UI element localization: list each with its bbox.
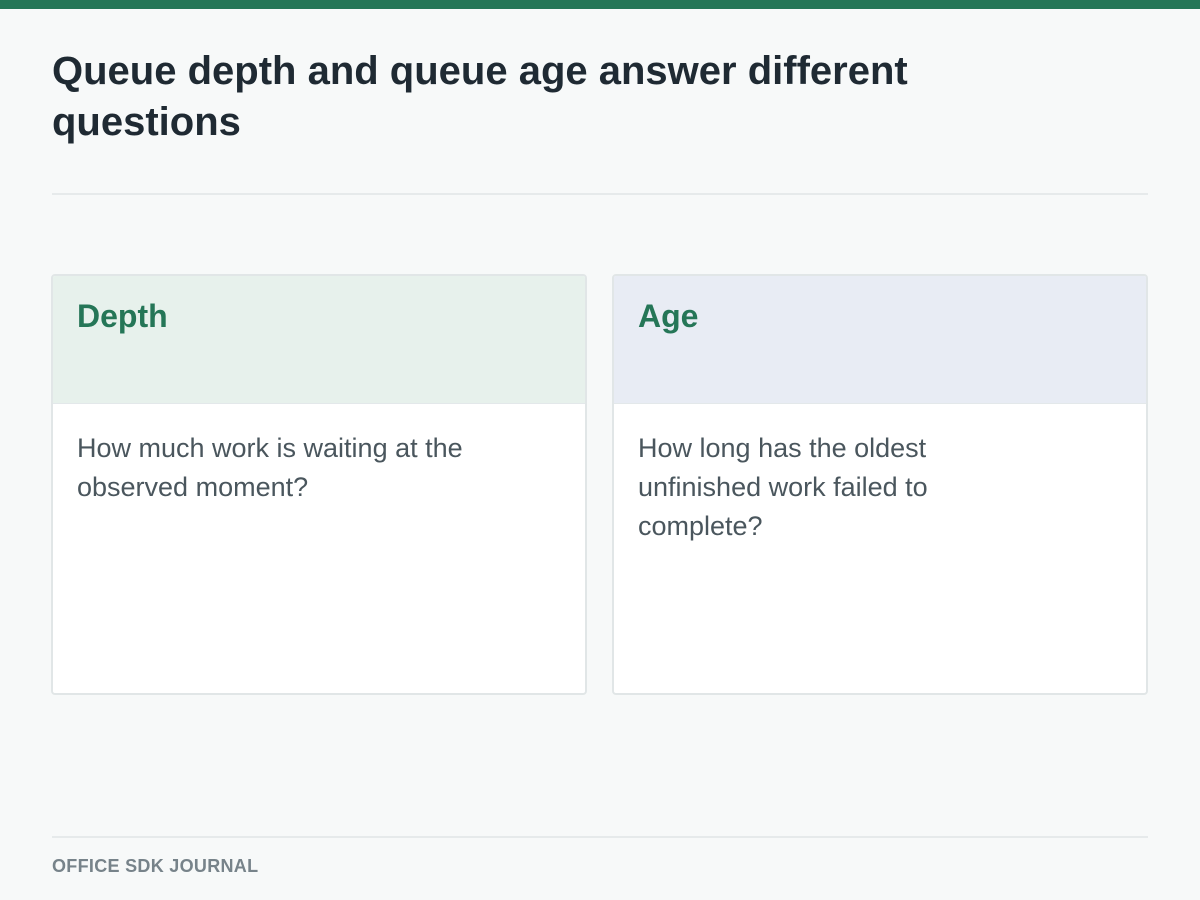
footer-label: OFFICE SDK JOURNAL: [52, 856, 259, 876]
footer-divider: [52, 836, 1148, 838]
depth-card-text: How much work is waiting at the observed…: [77, 433, 463, 502]
page-title: Queue depth and queue age answer differe…: [52, 49, 908, 144]
depth-card-header: Depth: [53, 276, 585, 403]
age-card-header: Age: [614, 276, 1146, 403]
depth-card: Depth How much work is waiting at the ob…: [51, 274, 587, 695]
depth-card-title: Depth: [77, 298, 168, 334]
age-card-text: How long has the oldest unfinished work …: [638, 433, 928, 541]
accent-bar: [0, 0, 1200, 9]
title-divider: [52, 193, 1148, 195]
age-card: Age How long has the oldest unfinished w…: [612, 274, 1148, 695]
age-card-title: Age: [638, 298, 699, 334]
